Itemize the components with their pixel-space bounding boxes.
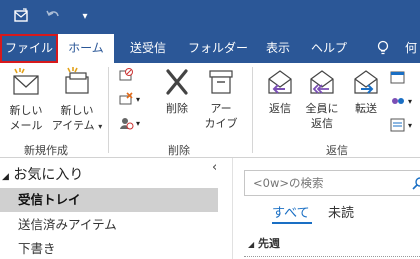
im-button[interactable]: ▾: [390, 93, 412, 109]
more-respond-icon: [390, 118, 405, 132]
delete-label: 削除: [166, 102, 188, 115]
clean-up-icon: [119, 92, 133, 105]
chevron-down-icon: ▾: [136, 118, 141, 128]
archive-label-2: カイブ: [204, 117, 238, 130]
im-icon: [392, 98, 404, 104]
date-group-label: 先週: [258, 237, 280, 250]
date-group-header[interactable]: ◢ 先週: [248, 235, 280, 251]
filter-all[interactable]: すべて: [272, 202, 310, 221]
divider: [252, 67, 253, 153]
group-label-delete: 削除: [168, 144, 190, 157]
forward-icon: [354, 70, 378, 94]
new-email-label-2: メール: [9, 119, 43, 132]
archive-icon: [209, 70, 233, 94]
customize-qat-icon[interactable]: ▾: [78, 6, 92, 26]
folder-pane: ◢ お気に入り ‹ 受信トレイ 送信済みアイテム 下書き: [0, 158, 232, 259]
reply-all-label-2: 返信: [311, 117, 333, 130]
tab-help[interactable]: ヘルプ: [306, 34, 352, 63]
ignore-button[interactable]: [118, 67, 134, 83]
divider: [244, 256, 420, 257]
chevron-down-icon: ▾: [98, 122, 103, 131]
group-label-new: 新規作成: [24, 144, 68, 157]
tab-folder[interactable]: フォルダー: [186, 34, 250, 63]
new-email-label-1: 新しい: [9, 104, 43, 117]
reply-all-icon: [310, 70, 334, 94]
folder-item-drafts[interactable]: 下書き: [0, 237, 218, 259]
filter-unread[interactable]: 未読: [328, 202, 354, 221]
divider: [108, 67, 109, 153]
clean-up-button[interactable]: ▾: [118, 91, 140, 107]
undo-icon[interactable]: [42, 6, 64, 26]
tell-me-text[interactable]: 何: [402, 34, 420, 63]
tab-file[interactable]: ファイル: [0, 34, 58, 63]
collapse-triangle-icon: ◢: [2, 172, 9, 182]
reply-all-button[interactable]: 全員に 返信: [300, 67, 344, 131]
archive-button[interactable]: アー カイブ: [200, 67, 242, 131]
chevron-down-icon: ▾: [136, 94, 141, 104]
reply-label: 返信: [269, 102, 291, 115]
delete-icon: [166, 69, 188, 95]
meeting-button[interactable]: [390, 69, 406, 85]
message-list-pane: すべて 未読 ◢ 先週: [244, 158, 420, 259]
forward-button[interactable]: 転送: [346, 67, 386, 116]
archive-label-1: アー: [210, 102, 232, 115]
junk-icon: [120, 118, 134, 130]
new-items-label-1: 新しい: [60, 104, 94, 117]
tell-me-lightbulb-icon[interactable]: [372, 34, 394, 63]
new-items-label-2: アイテム ▾: [50, 118, 104, 134]
chevron-down-icon: ▾: [408, 96, 413, 106]
ribbon-tabs: ファイル ホーム 送受信 フォルダー 表示 ヘルプ 何: [0, 34, 420, 63]
chevron-down-icon: ▾: [408, 120, 413, 130]
filter-all-underline: [272, 222, 312, 224]
collapse-triangle-icon: ◢: [248, 240, 255, 249]
reply-icon: [268, 70, 292, 94]
new-items-icon: [65, 67, 89, 94]
tab-view[interactable]: 表示: [258, 34, 298, 63]
reply-all-label-1: 全員に: [305, 102, 339, 115]
new-email-icon: [13, 68, 39, 95]
junk-button[interactable]: ▾: [118, 115, 140, 131]
new-items-label-text: アイテム: [51, 119, 95, 132]
forward-label: 転送: [355, 102, 377, 115]
group-label-respond: 返信: [326, 144, 348, 157]
title-bar: ▾: [0, 0, 420, 34]
delete-button[interactable]: 削除: [158, 67, 196, 116]
folder-item-inbox[interactable]: 受信トレイ: [0, 188, 218, 212]
send-receive-all-icon[interactable]: [10, 6, 32, 26]
collapse-pane-chevron-icon[interactable]: ‹: [212, 160, 217, 175]
ignore-icon: [119, 68, 133, 81]
more-respond-button[interactable]: ▾: [390, 117, 412, 133]
new-items-button[interactable]: 新しい アイテム ▾: [50, 67, 104, 134]
search-input[interactable]: [244, 170, 420, 196]
search-icon[interactable]: [412, 175, 420, 194]
folder-item-sent[interactable]: 送信済みアイテム: [0, 213, 218, 237]
meeting-icon: [390, 71, 405, 84]
tab-home[interactable]: ホーム: [58, 34, 114, 63]
pane-divider: [232, 158, 233, 259]
new-email-button[interactable]: 新しい メール: [4, 67, 48, 133]
reply-button[interactable]: 返信: [260, 67, 300, 116]
favorites-label: お気に入り: [13, 167, 84, 183]
ribbon-home: 新しい メール 新しい アイテム ▾ 新規作成 ▾ ▾ 削除 アー カイブ 削除: [0, 63, 420, 158]
favorites-header[interactable]: ◢ お気に入り: [2, 164, 83, 184]
tab-send-receive[interactable]: 送受信: [120, 34, 176, 63]
